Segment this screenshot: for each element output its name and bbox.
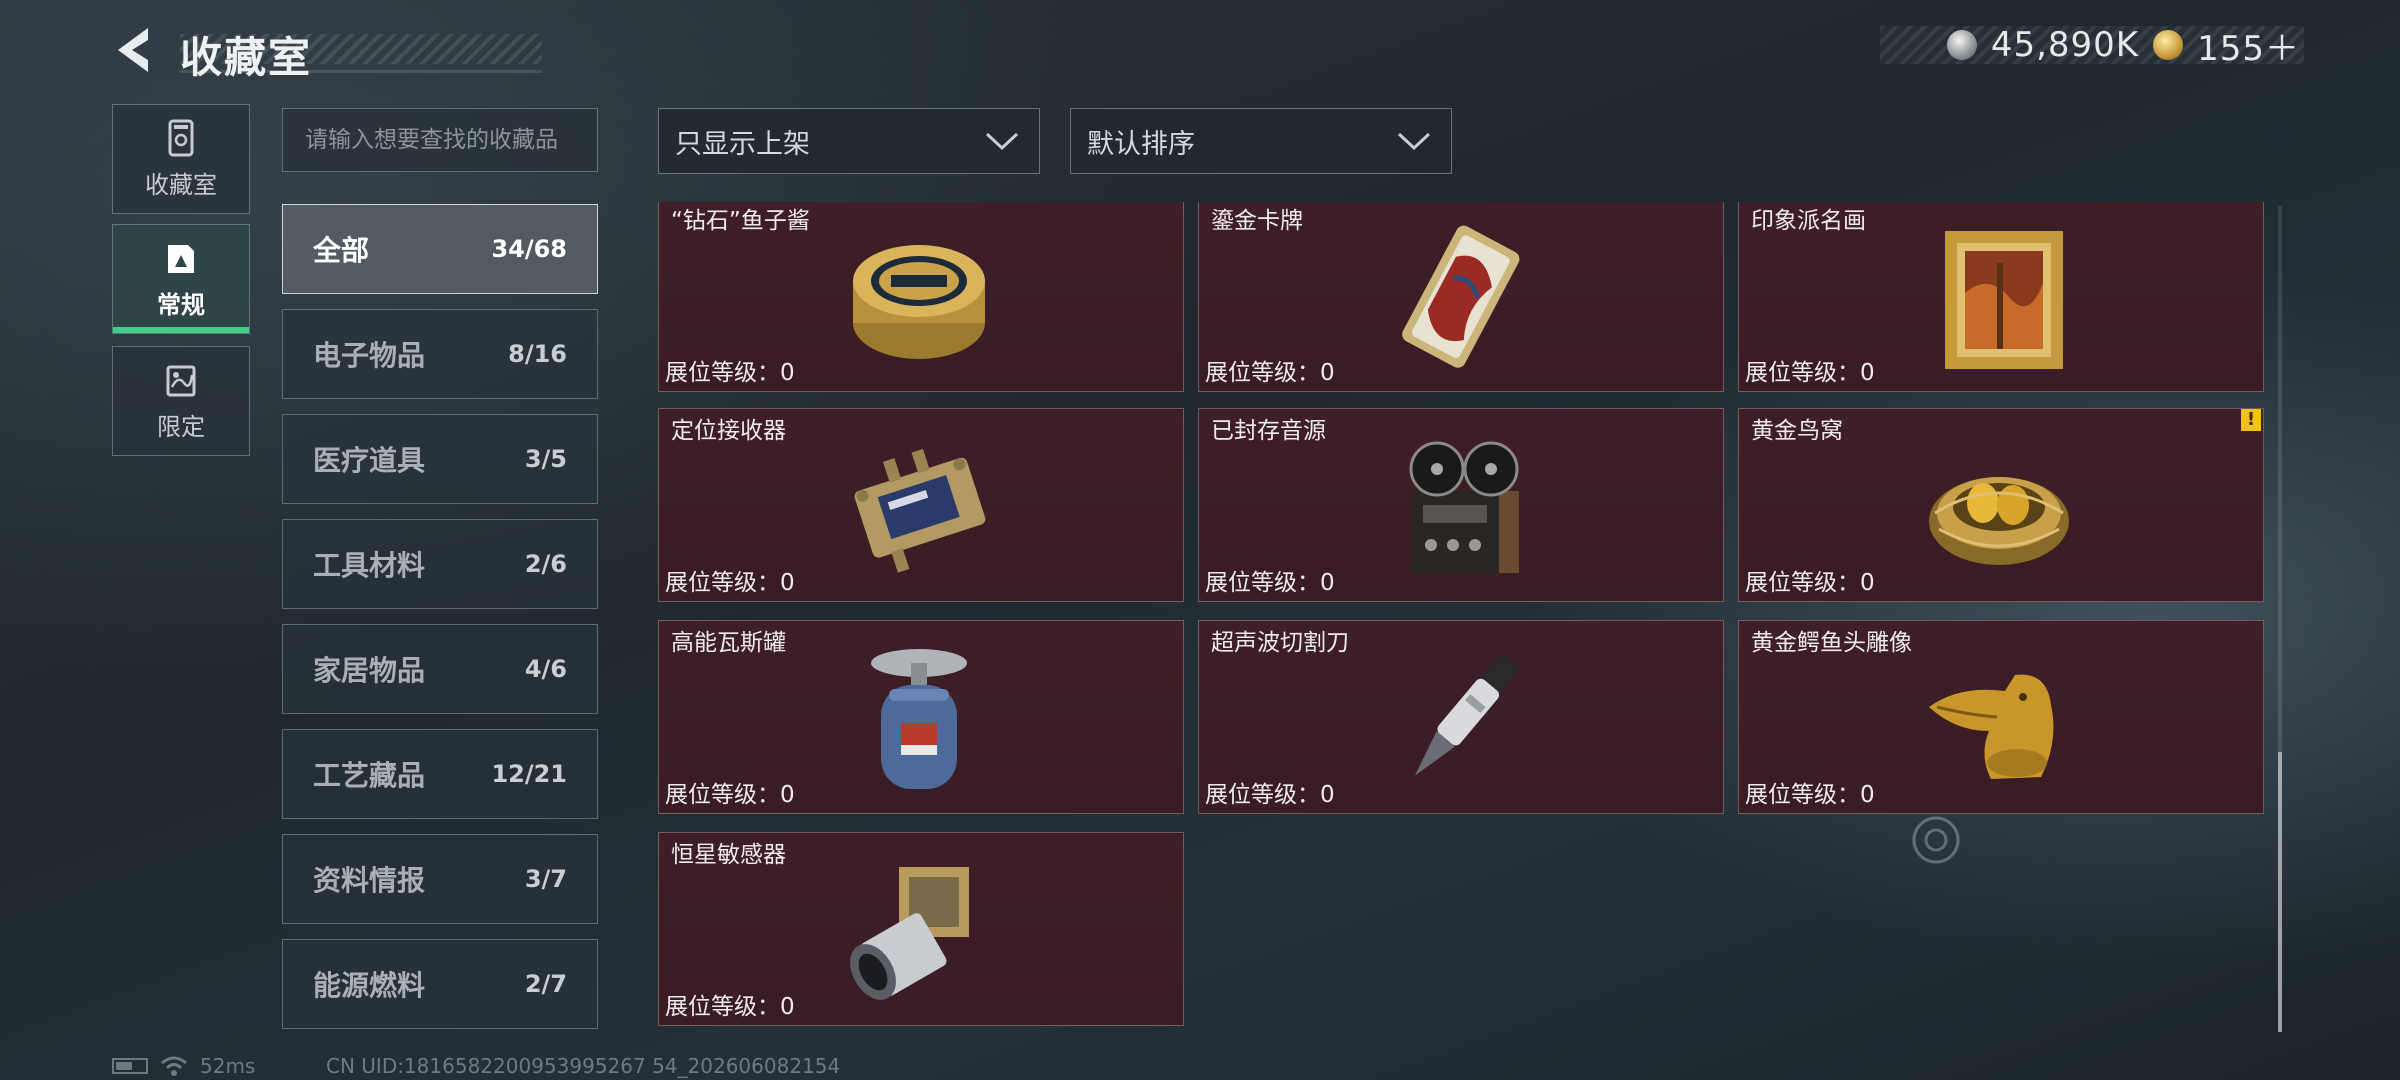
nav-label-limited: 限定 [157, 412, 205, 441]
category-name: 资料情报 [313, 864, 426, 897]
item-name: 已封存音源 [1211, 418, 1326, 444]
grid-scrollbar[interactable] [2278, 206, 2282, 1032]
category-count: 2/7 [524, 970, 567, 998]
display-filter-dropdown[interactable]: 只显示上架 [658, 108, 1040, 174]
chevron-down-icon [1397, 132, 1431, 151]
gold-coin-icon [2153, 30, 2184, 60]
item-grid[interactable]: “钻石”鱼子酱 展位等级：0 鎏金卡牌 展位等级：0 印象派名画 展位等级：0 [656, 202, 2264, 1036]
category-name: 能源燃料 [313, 969, 426, 1002]
gold-currency-value: 155＋ [2197, 28, 2300, 69]
category-fuel[interactable]: 能源燃料 2/7 [282, 939, 598, 1029]
category-name: 电子物品 [313, 339, 426, 372]
item-card[interactable]: 黄金鳄鱼头雕像 展位等级：0 [1738, 620, 2264, 814]
golden-nest-icon [1929, 477, 2069, 565]
silver-currency-value: 45,890K [1990, 25, 2140, 65]
category-count: 34/68 [491, 235, 567, 263]
item-level: 展位等级：0 [665, 360, 795, 386]
battery-icon [112, 1058, 148, 1074]
item-level: 展位等级：0 [665, 570, 795, 596]
item-name: “钻石”鱼子酱 [671, 208, 810, 234]
nav-label-collection: 收藏室 [145, 170, 217, 199]
category-name: 工具材料 [313, 549, 426, 582]
item-level: 展位等级：0 [665, 994, 795, 1020]
category-name: 工艺藏品 [313, 759, 426, 792]
silver-coin-icon [1946, 30, 1977, 60]
page-title: 收藏室 [180, 33, 313, 82]
category-count: 2/6 [524, 550, 567, 578]
item-card[interactable]: 已封存音源 展位等级：0 [1198, 408, 1724, 602]
nav-label-regular: 常规 [157, 290, 205, 319]
wifi-icon [161, 1056, 187, 1076]
regular-card-icon [168, 244, 194, 273]
sort-order-value: 默认排序 [1087, 128, 1195, 160]
sort-order-dropdown[interactable]: 默认排序 [1070, 108, 1452, 174]
item-name: 恒星敏感器 [671, 842, 786, 868]
currency-bar: 45,890K 155＋ [1880, 25, 2304, 69]
item-level: 展位等级：0 [1745, 360, 1875, 386]
chevron-down-icon [985, 132, 1019, 151]
star-sensor-icon [850, 867, 969, 1000]
item-name: 印象派名画 [1751, 208, 1866, 234]
nav-tab-limited[interactable]: 限定 [112, 346, 250, 456]
category-intel[interactable]: 资料情报 3/7 [282, 834, 598, 924]
ping-value: 52ms [200, 1054, 256, 1078]
item-level: 展位等级：0 [1205, 360, 1335, 386]
locator-receiver-icon [854, 448, 986, 573]
item-name: 黄金鳄鱼头雕像 [1751, 630, 1912, 656]
search-input[interactable] [282, 108, 598, 172]
user-uid: CN UID:1816582200953995267 54_2026060821… [326, 1054, 841, 1078]
nav-tab-collection[interactable]: 收藏室 [112, 104, 250, 214]
category-count: 12/21 [491, 760, 567, 788]
category-electronics[interactable]: 电子物品 8/16 [282, 309, 598, 399]
limited-card-icon [166, 365, 196, 396]
category-count: 3/5 [524, 445, 567, 473]
display-filter-value: 只显示上架 [675, 128, 810, 160]
category-count: 8/16 [508, 340, 567, 368]
item-card[interactable]: 印象派名画 展位等级：0 [1738, 202, 2264, 392]
golden-crocodile-statue-icon [1929, 674, 2054, 779]
item-card[interactable]: “钻石”鱼子酱 展位等级：0 [658, 202, 1184, 392]
status-bar: 52ms [112, 1054, 255, 1078]
category-count: 3/7 [524, 865, 567, 893]
back-arrow-icon [118, 28, 148, 72]
category-crafts[interactable]: 工艺藏品 12/21 [282, 729, 598, 819]
item-name: 超声波切割刀 [1211, 630, 1349, 656]
item-card[interactable]: 定位接收器 展位等级：0 [658, 408, 1184, 602]
item-card[interactable]: 超声波切割刀 展位等级：0 [1198, 620, 1724, 814]
scrollbar-thumb[interactable] [2278, 752, 2282, 1032]
item-level: 展位等级：0 [1205, 782, 1335, 808]
category-count: 4/6 [524, 655, 567, 683]
item-name: 定位接收器 [671, 418, 786, 444]
collection-cabinet-icon [168, 119, 194, 156]
item-card[interactable]: 高能瓦斯罐 展位等级：0 [658, 620, 1184, 814]
item-level: 展位等级：0 [1205, 570, 1335, 596]
gas-canister-icon [871, 649, 967, 789]
back-button[interactable] [108, 22, 158, 78]
item-card[interactable]: 恒星敏感器 展位等级：0 [658, 832, 1184, 1026]
item-level: 展位等级：0 [1745, 782, 1875, 808]
item-level: 展位等级：0 [1745, 570, 1875, 596]
item-name: 黄金鸟窝 [1751, 418, 1843, 444]
item-card[interactable]: 黄金鸟窝 展位等级：0 ! [1738, 408, 2264, 602]
category-name: 医疗道具 [313, 444, 426, 477]
target-reticle-icon [1912, 816, 1960, 864]
category-medical[interactable]: 医疗道具 3/5 [282, 414, 598, 504]
reel-to-reel-recorder-icon [1409, 441, 1519, 573]
gilded-card-icon [1402, 225, 1520, 368]
caviar-tin-icon [853, 245, 985, 359]
framed-painting-icon [1945, 231, 2063, 369]
category-tools[interactable]: 工具材料 2/6 [282, 519, 598, 609]
item-name: 高能瓦斯罐 [671, 630, 786, 656]
new-item-badge: ! [2241, 409, 2261, 431]
category-name: 家居物品 [313, 654, 426, 687]
category-all[interactable]: 全部 34/68 [282, 204, 598, 294]
category-name: 全部 [313, 234, 370, 267]
category-household[interactable]: 家居物品 4/6 [282, 624, 598, 714]
item-name: 鎏金卡牌 [1211, 208, 1303, 234]
item-level: 展位等级：0 [665, 782, 795, 808]
nav-tab-regular[interactable]: 常规 [112, 224, 250, 334]
ultrasonic-cutter-icon [1414, 654, 1519, 776]
item-card[interactable]: 鎏金卡牌 展位等级：0 [1198, 202, 1724, 392]
